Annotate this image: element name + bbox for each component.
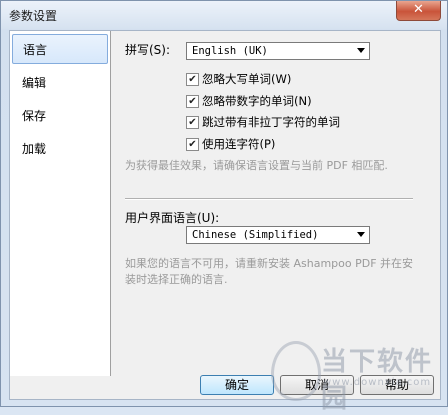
ignore-uppercase-checkbox[interactable]: ✔ — [186, 73, 199, 86]
spelling-language-value: English (UK) — [192, 45, 268, 57]
ignore-numbers-label: 忽略带数字的单词(N) — [202, 94, 312, 108]
use-hyphenation-checkbox[interactable]: ✔ — [186, 138, 199, 151]
use-hyphenation-label: 使用连字符(P) — [202, 137, 276, 151]
divider — [125, 198, 413, 200]
watermark-logo-icon — [271, 341, 321, 401]
sidebar: 语言 编辑 保存 加载 — [10, 31, 111, 376]
ui-language-value: Chinese (Simplified) — [192, 229, 319, 241]
chevron-down-icon — [357, 48, 365, 53]
sidebar-item-load[interactable]: 加载 — [12, 134, 108, 164]
close-button[interactable]: ✕ — [396, 1, 441, 21]
spelling-label: 拼写(S): — [125, 43, 171, 57]
sidebar-item-save[interactable]: 保存 — [12, 101, 108, 131]
sidebar-item-edit[interactable]: 编辑 — [12, 68, 108, 98]
ui-language-hint: 如果您的语言不可用，请重新安装 Ashampoo PDF 并在安装时选择正确的语… — [125, 257, 414, 286]
ui-language-label: 用户界面语言(U): — [125, 211, 220, 225]
spelling-language-select[interactable]: English (UK) — [186, 42, 370, 60]
watermark: 当下软件园 www.downxia.com — [271, 339, 441, 414]
skip-non-latin-checkbox[interactable]: ✔ — [186, 116, 199, 129]
chevron-down-icon — [357, 232, 365, 237]
watermark-url: www.downxia.com — [323, 377, 432, 388]
ok-button[interactable]: 确定 — [200, 375, 274, 395]
sidebar-item-label: 语言 — [23, 43, 48, 57]
title-bar: 参数设置 ✕ — [1, 1, 447, 29]
sidebar-item-label: 加载 — [22, 142, 47, 156]
language-panel: 拼写(S): English (UK) ✔ 忽略大写单词(W) ✔ 忽略带数字的… — [111, 31, 440, 376]
sidebar-item-language[interactable]: 语言 — [12, 34, 108, 64]
preferences-dialog: 参数设置 ✕ 语言 编辑 保存 加载 拼写(S): English (UK) ✔… — [0, 0, 448, 414]
spelling-hint: 为获得最佳效果，请确保语言设置与当前 PDF 相匹配. — [125, 159, 388, 172]
skip-non-latin-label: 跳过带有非拉丁字符的单词 — [202, 115, 340, 129]
window-title: 参数设置 — [9, 9, 58, 23]
ui-language-select[interactable]: Chinese (Simplified) — [186, 226, 370, 244]
ignore-numbers-checkbox[interactable]: ✔ — [186, 95, 199, 108]
sidebar-item-label: 保存 — [22, 109, 47, 123]
sidebar-item-label: 编辑 — [22, 76, 47, 90]
ignore-uppercase-label: 忽略大写单词(W) — [202, 72, 292, 86]
